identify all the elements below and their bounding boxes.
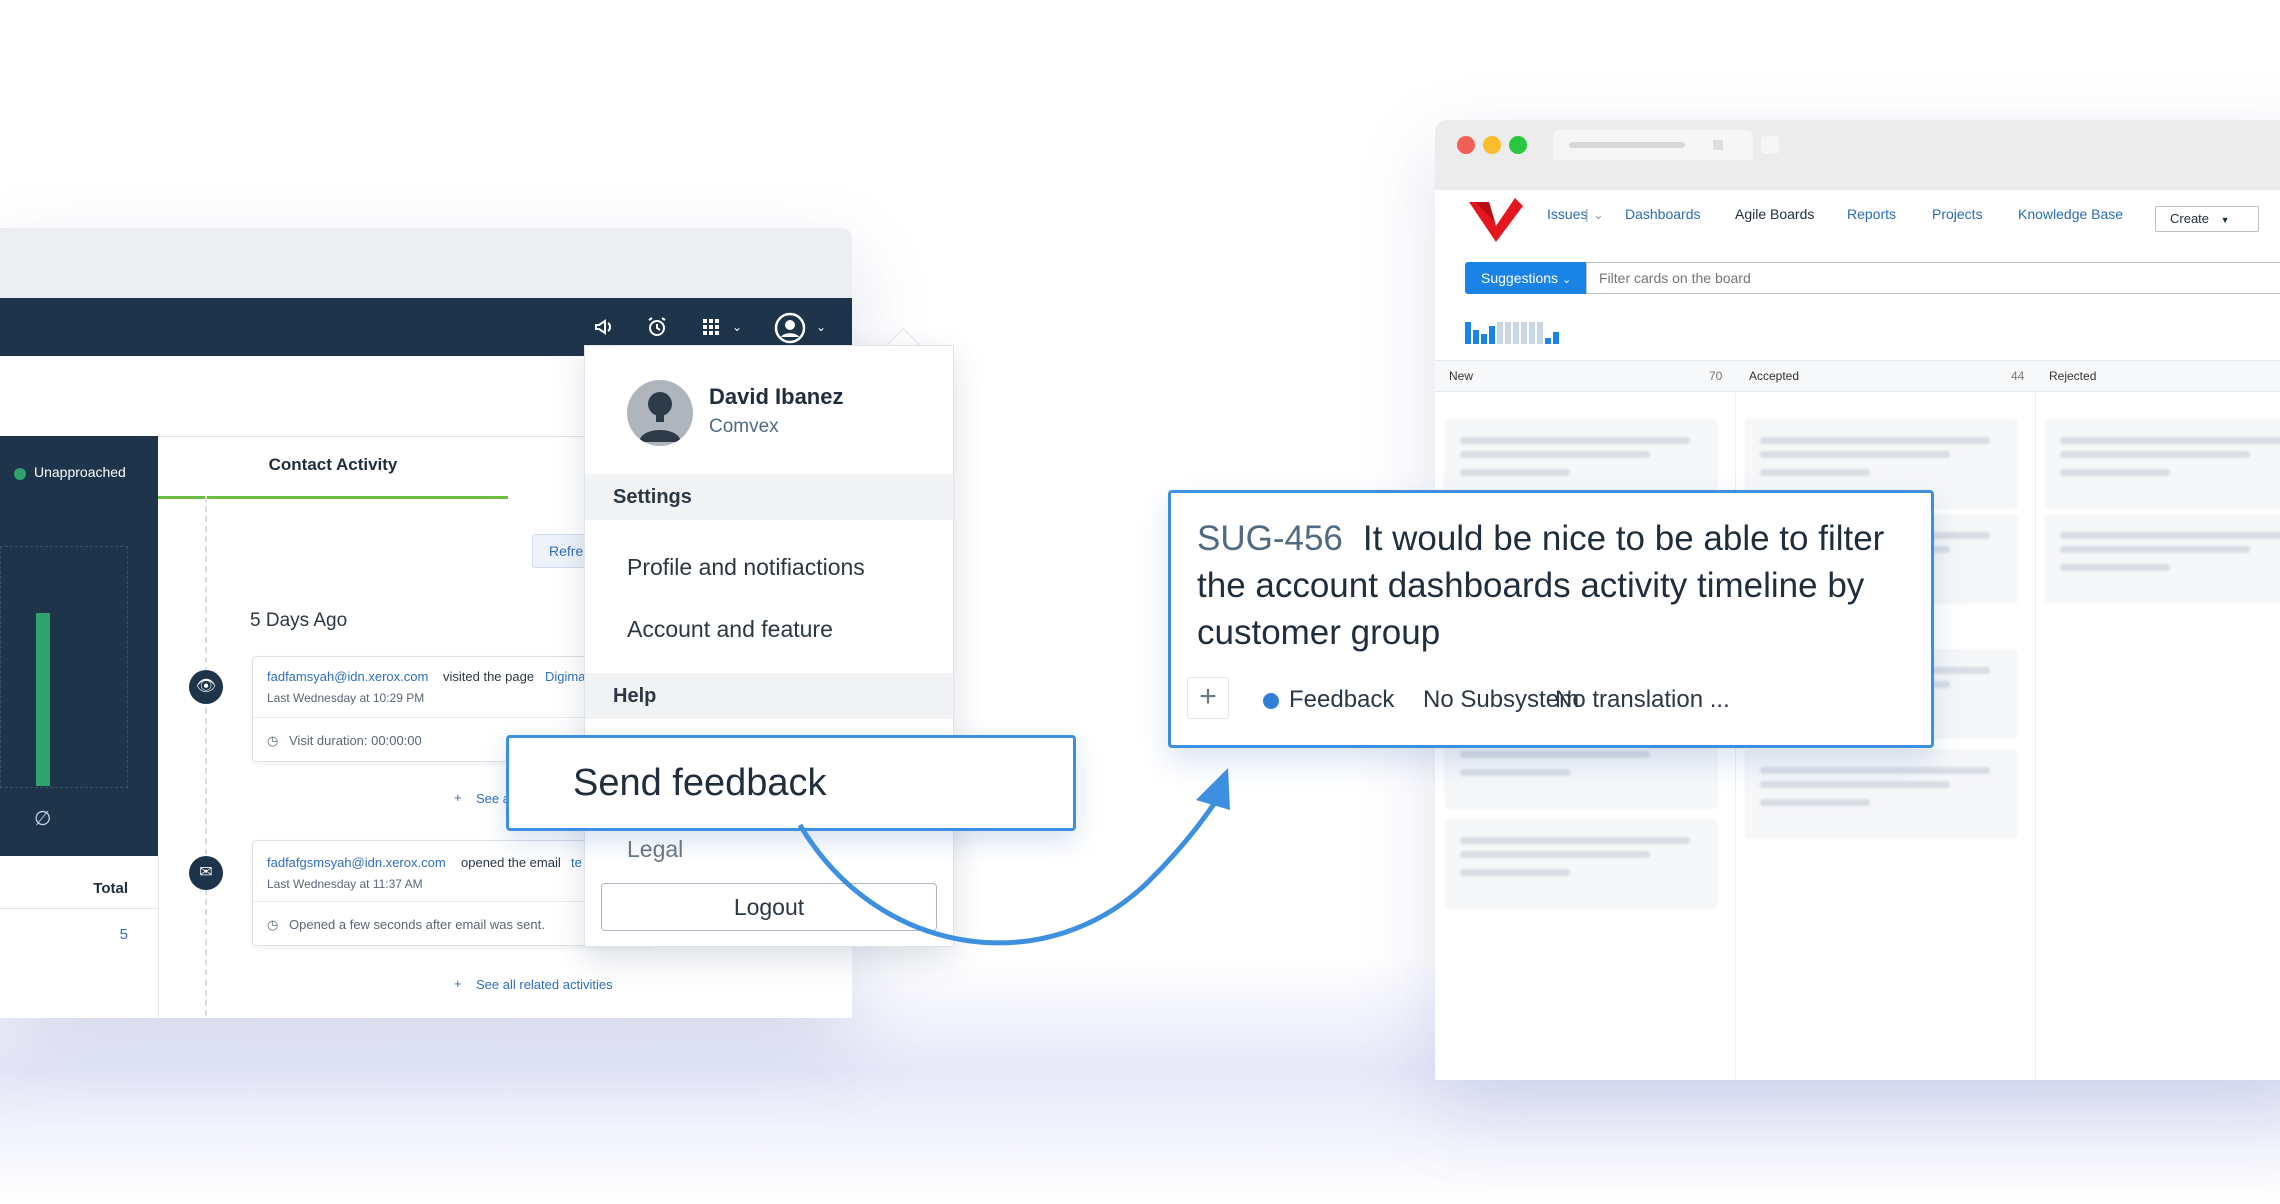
flow-arrow bbox=[797, 768, 1230, 946]
arrow-head bbox=[1196, 768, 1230, 810]
arrow-curve bbox=[797, 793, 1223, 946]
